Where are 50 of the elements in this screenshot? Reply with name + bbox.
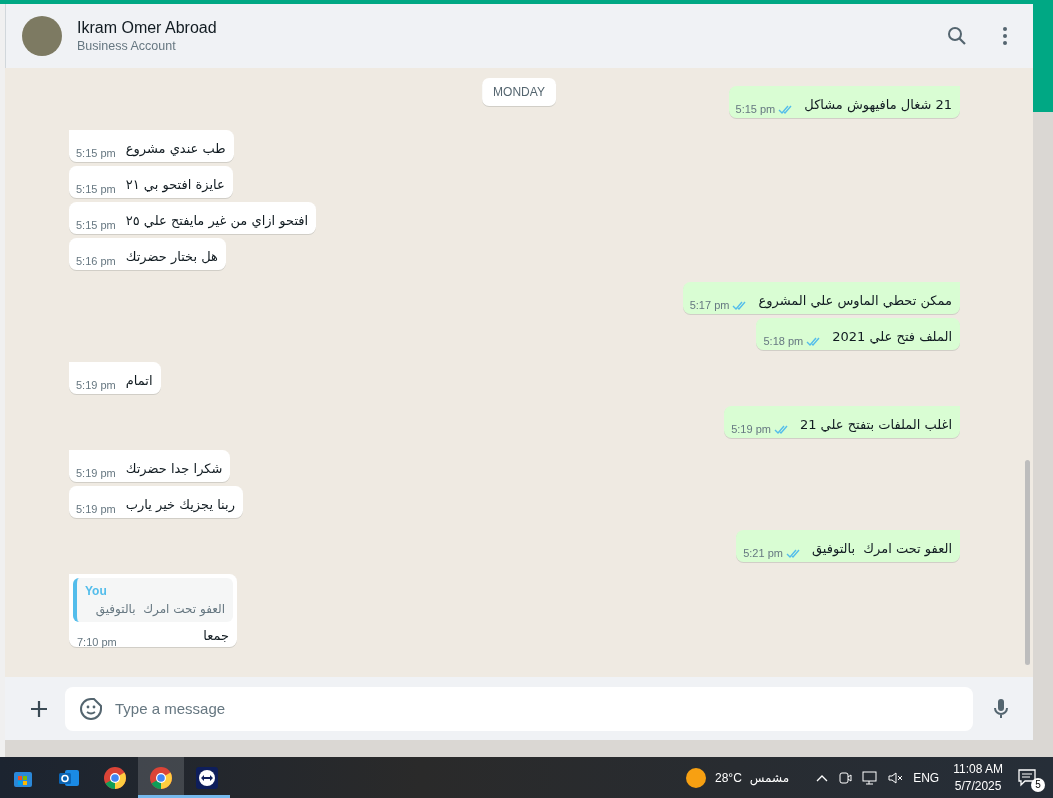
camera-icon[interactable] (837, 769, 854, 786)
message-time: 5:18 pm (763, 335, 804, 347)
message-text: هل بختار حضرتك (125, 249, 218, 264)
message-text: شكرا جدا حضرتك (125, 461, 223, 476)
clock-date[interactable]: 5/7/2025 (954, 777, 1002, 795)
browser-icon (149, 765, 173, 790)
message-text: عايزة افتحو بي ٢١ (125, 177, 225, 192)
plus-icon[interactable] (29, 698, 49, 719)
taskbar-app-button[interactable] (138, 757, 184, 798)
language-indicator[interactable]: ENG (913, 770, 940, 785)
message-text: اغلب الملفات بتفتح علي 21 (799, 417, 952, 432)
date-label: MONDAY (482, 78, 556, 106)
remote-app-icon (195, 765, 219, 790)
message-time: 5:17 pm (689, 299, 730, 311)
message-text: ربنا يجزيك خير يارب (125, 497, 235, 512)
message-time: 5:15 pm (76, 219, 116, 231)
notification-count: 5 (1031, 777, 1045, 792)
browser-icon (103, 765, 127, 790)
message-time: 7:10 pm (77, 635, 117, 648)
avatar-photo-placeholder[interactable] (22, 16, 62, 56)
sticker-icon[interactable] (79, 696, 103, 721)
contact-name: Ikram Omer Abroad (77, 19, 218, 37)
message-text: اتمام (125, 373, 153, 388)
contact-subtitle: Business Account (77, 39, 177, 53)
quote-text: العفو تحت امرك بالتوفيق (94, 602, 225, 616)
message-time: 5:19 pm (76, 503, 116, 515)
scrollbar-thumb[interactable] (1025, 460, 1030, 665)
message-time: 5:15 pm (76, 147, 116, 159)
network-icon[interactable] (861, 769, 880, 786)
message-input-field[interactable]: Type a message (65, 686, 973, 731)
message-time: 5:19 pm (76, 379, 116, 391)
sun-icon (685, 766, 707, 789)
message-text: 21 شغال مافيهوش مشاكل (804, 97, 952, 112)
temperature: 28°C (715, 770, 742, 785)
message-text: الملف فتح علي 2021 (832, 329, 952, 344)
message-text: طب عندي مشروع (125, 141, 226, 156)
message-text: افتحو ازاي من غير مايفتح علي ٢٥ (125, 213, 309, 228)
notification-icon[interactable] (1017, 766, 1039, 789)
weather-condition: مشمس (749, 770, 790, 785)
message-text: ممكن تحطي الماوس علي المشروع (758, 293, 952, 308)
clock-time[interactable]: 11:08 AM (953, 760, 1003, 778)
message-time: 5:16 pm (76, 255, 116, 267)
message-time: 5:15 pm (735, 103, 776, 115)
message-text: جمعا (203, 628, 229, 643)
message-time: 5:15 pm (76, 183, 116, 195)
quote-author: You (85, 584, 108, 598)
message-time: 5:19 pm (76, 467, 116, 479)
message-text: العفو تحت امرك بالتوفيق (811, 541, 952, 556)
message-time: 5:19 pm (731, 423, 771, 435)
message-time: 5:21 pm (743, 547, 783, 559)
